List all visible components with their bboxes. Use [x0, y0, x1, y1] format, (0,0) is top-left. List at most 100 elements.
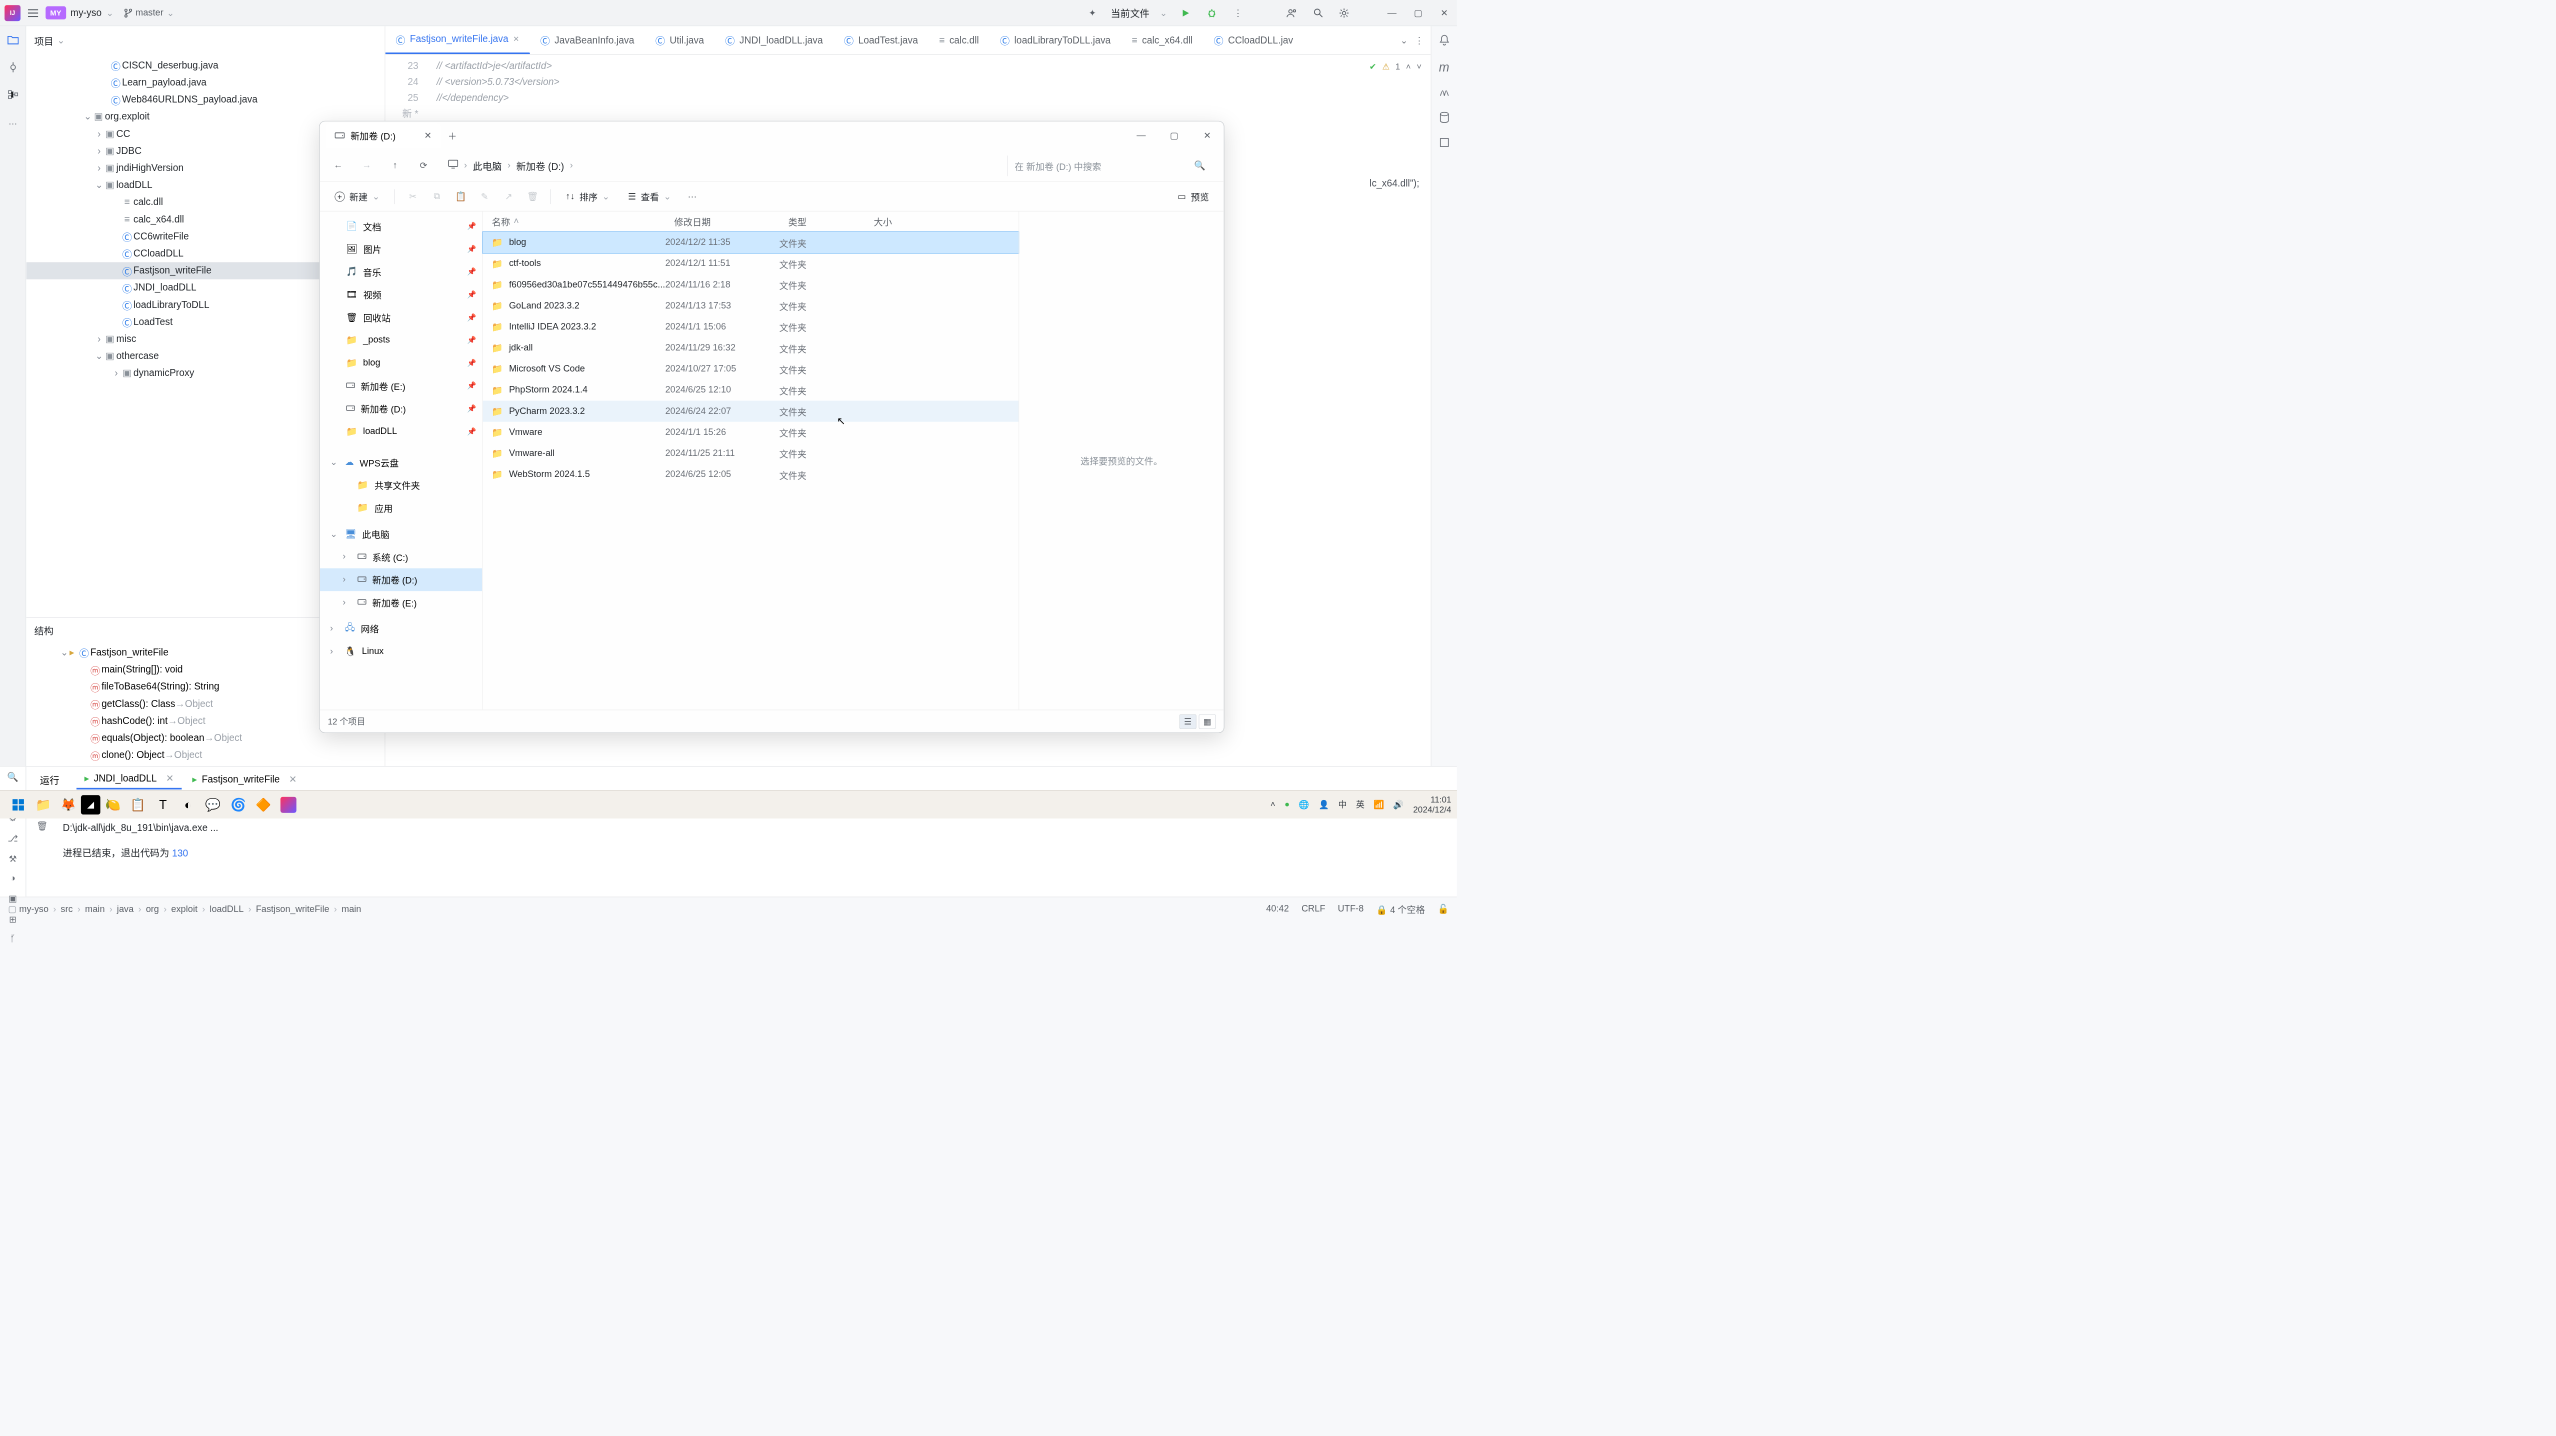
editor-tab[interactable]: ⒸJNDI_loadDLL.java [715, 26, 834, 54]
nav-item[interactable]: 新加卷 (D:)📌 [320, 397, 482, 420]
structure-item[interactable]: ⓜ clone(): Object →Object [26, 747, 385, 764]
address-segment[interactable]: 新加卷 (D:) [516, 158, 564, 172]
breadcrumb-segment[interactable]: exploit [171, 904, 197, 914]
search-everywhere-button[interactable] [1310, 5, 1326, 21]
breadcrumb-segment[interactable]: main [85, 904, 105, 914]
ime-indicator[interactable]: 中 [1338, 799, 1347, 811]
address-segment[interactable]: 此电脑 [473, 158, 502, 172]
code-with-me-icon[interactable] [1284, 5, 1300, 21]
editor-tab[interactable]: ⒸloadLibraryToDLL.java [990, 26, 1122, 54]
code-lines[interactable]: // <artifactId>je</artifactId>// <versio… [437, 58, 1431, 106]
file-row[interactable]: 📁Microsoft VS Code2024/10/27 17:05文件夹 [483, 359, 1019, 380]
tray-icon[interactable]: ● [1284, 800, 1289, 810]
preview-toggle[interactable]: ▭ 预览 [1171, 186, 1216, 207]
close-icon[interactable]: ✕ [166, 773, 174, 784]
close-icon[interactable]: ✕ [289, 774, 297, 785]
indent-config[interactable]: 🔒 4 个空格 [1376, 902, 1425, 916]
file-row[interactable]: 📁PhpStorm 2024.1.42024/6/25 12:10文件夹 [483, 380, 1019, 401]
nav-item[interactable]: › 新加卷 (D:) [320, 568, 482, 591]
new-tab-button[interactable]: ＋ [441, 129, 464, 143]
breadcrumb-segment[interactable]: java [117, 904, 134, 914]
nav-item[interactable]: › 系统 (C:) [320, 545, 482, 568]
breadcrumb-segment[interactable]: src [61, 904, 73, 914]
steam-taskbar[interactable]: ◐ [176, 792, 201, 817]
nav-item[interactable]: 📁 _posts📌 [320, 329, 482, 352]
breadcrumb[interactable]: ▢ my-yso›src›main›java›org›exploit›loadD… [8, 903, 361, 914]
view-button[interactable]: ☰ 查看 ⌄ [621, 186, 678, 207]
typora-taskbar[interactable]: T [150, 792, 175, 817]
nav-item[interactable]: 📁 共享文件夹 [320, 474, 482, 497]
delete-button[interactable]: 🗑 [523, 187, 542, 206]
rename-button[interactable]: ✎ [475, 187, 494, 206]
nav-item[interactable]: 🎞 视频📌 [320, 283, 482, 306]
nav-item[interactable]: 🖼 图片📌 [320, 238, 482, 261]
file-row[interactable]: 📁ctf-tools2024/12/1 11:51文件夹 [483, 253, 1019, 274]
more-button[interactable]: ⋯ [683, 187, 702, 206]
structure-tool-button[interactable] [5, 87, 21, 103]
up-button[interactable]: ↑ [385, 155, 406, 176]
file-row[interactable]: 📁GoLand 2023.3.22024/1/13 17:53文件夹 [483, 295, 1019, 316]
tray-icon[interactable]: 👤 [1319, 799, 1330, 809]
tabs-more[interactable]: ⋮ [1415, 34, 1424, 45]
file-row[interactable]: 📁blog2024/12/2 11:35文件夹 [483, 232, 1019, 253]
chevron-down-icon[interactable]: ˅ [1417, 59, 1422, 75]
wechat-taskbar[interactable]: 💬 [201, 792, 226, 817]
taskbar-clock[interactable]: 11:01 2024/12/4 [1413, 795, 1451, 814]
trash-icon[interactable]: 🗑 [36, 820, 48, 831]
address-bar[interactable]: › 此电脑 › 新加卷 (D:) › [442, 154, 999, 176]
start-button[interactable] [6, 792, 31, 817]
run-button[interactable] [1178, 5, 1194, 21]
maximize-button[interactable]: ▢ [1158, 121, 1191, 150]
cursor-position[interactable]: 40:42 [1266, 904, 1289, 914]
close-tab-button[interactable]: ✕ [424, 130, 432, 141]
file-row[interactable]: 📁Vmware2024/1/1 15:26文件夹 [483, 422, 1019, 443]
more-actions-button[interactable]: ⋮ [1230, 5, 1246, 21]
tabs-dropdown[interactable]: ⌄ [1400, 34, 1408, 45]
file-row[interactable]: 📁PyCharm 2023.3.22024/6/24 22:07文件夹 [483, 401, 1019, 422]
settings-button[interactable] [1336, 5, 1352, 21]
nav-section[interactable]: ⌄☁ WPS云盘 [320, 451, 482, 474]
cut-button[interactable]: ✂ [403, 187, 422, 206]
thumbnails-view-button[interactable]: ▦ [1199, 714, 1216, 729]
intellij-taskbar[interactable] [276, 792, 301, 817]
close-window-button[interactable]: ✕ [1436, 5, 1452, 21]
close-button[interactable]: ✕ [1191, 121, 1224, 150]
navigation-pane[interactable]: 📄 文档📌🖼 图片📌🎵 音乐📌🎞 视频📌🗑 回收站📌📁 _posts📌📁 blo… [320, 211, 483, 709]
build-icon[interactable]: ⚒ [9, 853, 17, 864]
refresh-button[interactable]: ⟳ [413, 155, 434, 176]
maven-tool-button[interactable] [1438, 86, 1449, 100]
nav-item[interactable]: › 新加卷 (E:) [320, 591, 482, 614]
nav-item[interactable]: 📁 blog📌 [320, 352, 482, 375]
project-badge[interactable]: MY [46, 6, 66, 19]
debug-button[interactable] [1204, 5, 1220, 21]
run-tab[interactable]: ▸ Fastjson_writeFile ✕ [184, 770, 305, 790]
tray-expand-icon[interactable]: ˄ [1270, 800, 1275, 810]
editor-tab[interactable]: ⒸJavaBeanInfo.java [530, 26, 645, 54]
minimize-window-button[interactable]: — [1384, 5, 1400, 21]
nav-item[interactable]: 📄 文档📌 [320, 215, 482, 238]
tree-item[interactable]: ⒸLearn_payload.java [26, 74, 385, 91]
git-icon[interactable]: ᚶ [10, 934, 15, 944]
main-menu-button[interactable] [25, 5, 41, 21]
terminal-icon[interactable]: ▣ [9, 893, 18, 904]
editor-tab[interactable]: ≡calc_x64.dll [1122, 26, 1204, 54]
run-tab[interactable]: ▸ JNDI_loadDLL ✕ [76, 770, 182, 790]
maximize-window-button[interactable]: ▢ [1410, 5, 1426, 21]
nav-section[interactable]: ⌄🖥 此电脑 [320, 523, 482, 546]
database-tool-button[interactable] [1439, 112, 1449, 126]
breadcrumb-segment[interactable]: Fastjson_writeFile [256, 904, 329, 914]
paste-button[interactable]: 📋 [451, 187, 470, 206]
breadcrumb-segment[interactable]: main [341, 904, 361, 914]
notifications-button[interactable] [1439, 34, 1449, 48]
project-tool-button[interactable] [5, 32, 21, 48]
nav-item[interactable]: 🗑 回收站📌 [320, 306, 482, 329]
editor-inspections[interactable]: ✔ ⚠ 1 ˄ ˅ [1369, 59, 1421, 75]
network-icon[interactable]: 📶 [1374, 799, 1385, 809]
editor-tabs[interactable]: ⒸFastjson_writeFile.java ✕ⒸJavaBeanInfo.… [385, 26, 1430, 55]
file-row[interactable]: 📁WebStorm 2024.1.52024/6/25 12:05文件夹 [483, 464, 1019, 485]
line-separator[interactable]: CRLF [1301, 904, 1325, 914]
editor-tab[interactable]: ⒸFastjson_writeFile.java ✕ [385, 26, 530, 54]
editor-tab[interactable]: ⒸUtil.java [645, 26, 715, 54]
editor-tab[interactable]: ⒸCCloadDLL.jav [1203, 26, 1304, 54]
nav-item[interactable]: 📁 loadDLL📌 [320, 420, 482, 443]
